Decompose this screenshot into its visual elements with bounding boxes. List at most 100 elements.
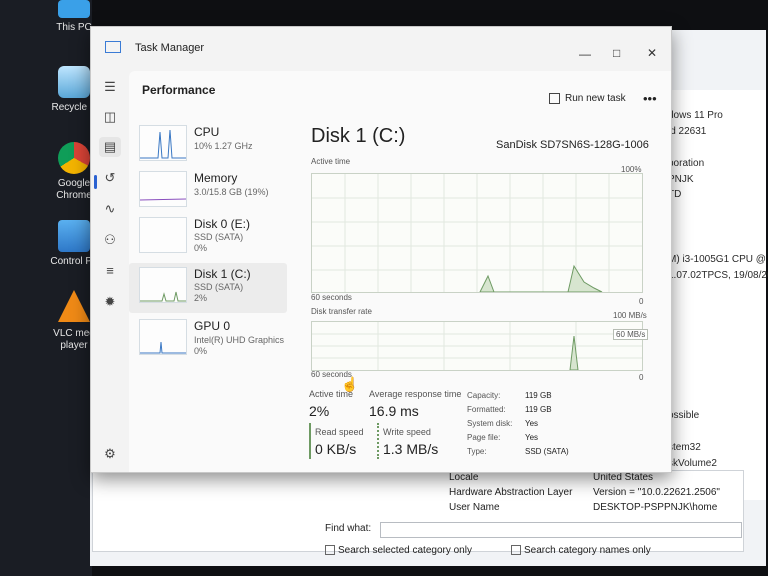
device-gpu-0[interactable]: GPU 0 Intel(R) UHD Graphics 0% xyxy=(129,315,287,365)
bg-text: 1.07.02TPCS, 19/08/2020 xyxy=(668,270,768,281)
table-cell-name: User Name xyxy=(449,502,500,513)
run-new-task-label: Run new task xyxy=(565,93,626,105)
bg-text: ossible xyxy=(668,410,700,421)
performance-icon[interactable]: ▤ xyxy=(99,137,121,157)
processes-icon[interactable]: ◫ xyxy=(99,107,121,127)
transfer-max-label: 100 MB/s xyxy=(613,311,647,320)
run-task-icon xyxy=(549,93,560,104)
prop-label: Page file: xyxy=(467,433,501,442)
disk-model: SanDisk SD7SN6S-128G-1006 xyxy=(496,139,649,151)
transfer-mid-label: 60 MB/s xyxy=(613,329,649,340)
bg-text: skVolume2 xyxy=(668,458,717,469)
startup-apps-icon[interactable]: ∿ xyxy=(99,199,121,219)
bg-text: ld 22631 xyxy=(668,126,707,137)
title-bar[interactable]: Task Manager — □ ✕ xyxy=(91,27,671,71)
system-info-table: Locale United States Hardware Abstractio… xyxy=(92,470,744,552)
disk1-thumbnail-graph xyxy=(139,267,187,303)
system-summary-panel: dows 11 Pro ld 22631 poration PNJK TD M)… xyxy=(664,90,768,500)
read-speed-value: 0 KB/s xyxy=(315,441,357,457)
search-names-checkbox[interactable]: Search category names only xyxy=(511,545,651,556)
maximize-icon[interactable]: □ xyxy=(613,46,620,60)
device-sub: Intel(R) UHD Graphics xyxy=(194,335,285,345)
vlc-label: VLC med player xyxy=(53,328,95,351)
disk-detail-title: Disk 1 (C:) xyxy=(311,125,406,147)
close-icon[interactable]: ✕ xyxy=(647,46,657,60)
write-speed-label: Write speed xyxy=(383,427,431,437)
device-memory[interactable]: Memory 3.0/15.8 GB (19%) xyxy=(129,167,287,217)
device-name: Memory xyxy=(194,171,238,185)
bg-text: M) i3-1005G1 CPU @ 1.2 xyxy=(668,254,768,265)
device-sub: 3.0/15.8 GB (19%) xyxy=(194,187,269,197)
active-time-graph-label: Active time xyxy=(311,157,351,166)
device-name: Disk 1 (C:) xyxy=(194,267,251,281)
disk0-thumbnail-graph xyxy=(139,217,187,253)
axis-zero-label-2: 0 xyxy=(639,373,644,382)
device-sub: SSD (SATA) xyxy=(194,232,244,242)
prop-value: Yes xyxy=(525,433,539,442)
device-usage: 2% xyxy=(194,293,208,303)
services-icon[interactable]: ✹ xyxy=(99,292,121,312)
table-cell-value: DESKTOP-PSPPNJK\home xyxy=(593,502,718,513)
bg-text: stem32 xyxy=(668,442,701,453)
page-title: Performance xyxy=(142,83,216,97)
gpu-thumbnail-graph xyxy=(139,319,187,355)
task-manager-window: Task Manager — □ ✕ ☰ ◫ ▤ ↺ ∿ ⚇ ≡ ✹ ⚙ Per… xyxy=(90,26,672,473)
time-axis-label-2: 60 seconds xyxy=(311,370,352,379)
device-usage: 0% xyxy=(194,243,208,253)
device-sub: 10% 1.27 GHz xyxy=(194,141,253,151)
prop-label: Formatted: xyxy=(467,405,506,414)
app-history-icon[interactable]: ↺ xyxy=(99,168,121,188)
prop-label: System disk: xyxy=(467,419,513,428)
task-manager-app-icon xyxy=(105,41,121,53)
bg-text: poration xyxy=(668,158,705,169)
minimize-icon[interactable]: — xyxy=(579,47,591,61)
active-time-stat-value: 2% xyxy=(309,403,330,419)
table-cell-name: Locale xyxy=(449,472,479,483)
device-name: GPU 0 xyxy=(194,319,231,333)
find-what-input[interactable] xyxy=(380,522,742,538)
table-cell-value: Version = "10.0.22621.2506" xyxy=(593,487,720,498)
device-disk-0[interactable]: Disk 0 (E:) SSD (SATA) 0% xyxy=(129,213,287,263)
prop-label: Capacity: xyxy=(467,391,501,400)
axis-zero-label: 0 xyxy=(639,297,644,306)
device-name: CPU xyxy=(194,125,220,139)
active-time-stat-label: Active time xyxy=(309,389,354,399)
cpu-thumbnail-graph xyxy=(139,125,187,161)
window-title: Task Manager xyxy=(135,42,205,54)
table-cell-value: United States xyxy=(593,472,654,483)
prop-value: 119 GB xyxy=(525,391,552,400)
device-sub: SSD (SATA) xyxy=(194,282,244,292)
prop-value: SSD (SATA) xyxy=(525,447,569,456)
device-disk-1[interactable]: Disk 1 (C:) SSD (SATA) 2% xyxy=(129,263,287,313)
active-time-graph xyxy=(311,173,643,293)
device-cpu[interactable]: CPU 10% 1.27 GHz xyxy=(129,121,287,171)
active-nav-indicator xyxy=(94,175,97,189)
nav-rail: ☰ ◫ ▤ ↺ ∿ ⚇ ≡ ✹ ⚙ xyxy=(91,71,129,471)
details-icon[interactable]: ≡ xyxy=(99,261,121,281)
read-speed-bar xyxy=(309,423,311,459)
device-usage: 0% xyxy=(194,346,208,356)
avg-response-value: 16.9 ms xyxy=(369,403,419,419)
search-selected-label: Search selected category only xyxy=(338,545,472,556)
prop-value: Yes xyxy=(525,419,539,428)
avg-response-label: Average response time xyxy=(369,389,462,399)
device-name: Disk 0 (E:) xyxy=(194,217,251,231)
run-new-task-button[interactable]: Run new task xyxy=(549,93,626,104)
chrome-label: Google Chrome xyxy=(56,178,92,201)
prop-value: 119 GB xyxy=(525,405,552,414)
more-options-icon[interactable]: ••• xyxy=(643,91,657,106)
transfer-rate-label: Disk transfer rate xyxy=(311,307,372,316)
search-selected-checkbox[interactable]: Search selected category only xyxy=(325,545,472,556)
read-speed-label: Read speed xyxy=(315,427,364,437)
search-names-label: Search category names only xyxy=(524,545,651,556)
this-pc-label: This PC xyxy=(56,22,92,33)
settings-gear-icon[interactable]: ⚙ xyxy=(99,444,121,464)
hamburger-menu-icon[interactable]: ☰ xyxy=(99,77,121,97)
prop-label: Type: xyxy=(467,447,487,456)
performance-content: Performance Run new task ••• CPU 10% 1.2… xyxy=(129,71,671,472)
write-speed-value: 1.3 MB/s xyxy=(383,441,439,457)
users-icon[interactable]: ⚇ xyxy=(99,230,121,250)
find-what-label: Find what: xyxy=(325,523,372,534)
memory-thumbnail-graph xyxy=(139,171,187,207)
write-speed-bar xyxy=(377,423,381,459)
